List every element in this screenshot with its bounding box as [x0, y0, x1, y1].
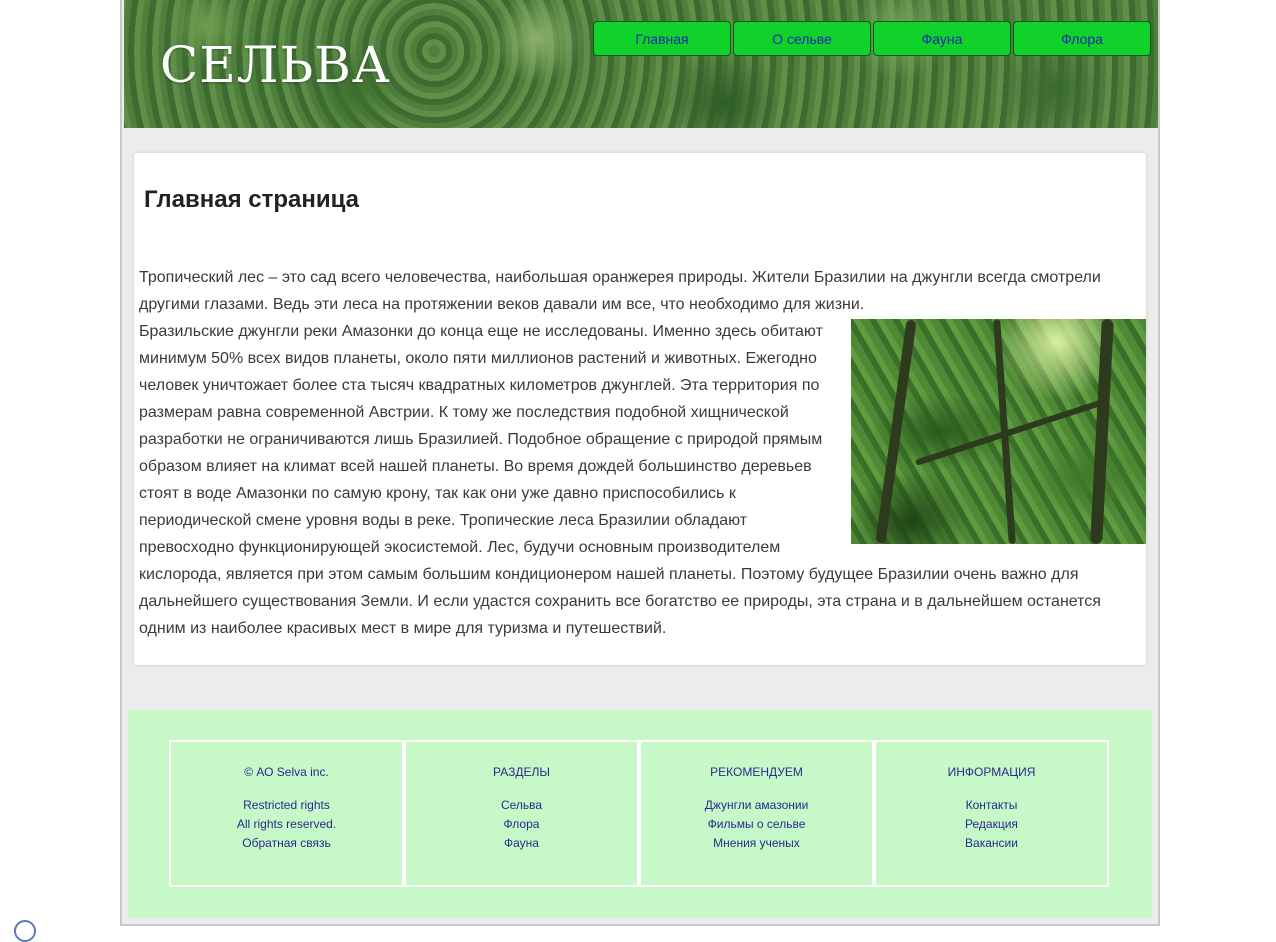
page-title: Главная страница — [144, 186, 360, 213]
circle-icon — [14, 920, 36, 942]
footer-link[interactable]: Фильмы о сельве — [641, 815, 872, 834]
footer-link[interactable]: Редакция — [876, 815, 1107, 834]
jungle-image — [851, 319, 1146, 544]
nav-item-flora[interactable]: Флора — [1013, 21, 1151, 56]
footer-columns: © АО Selva inc. Restricted rights All ri… — [169, 740, 1109, 887]
footer-heading: © АО Selva inc. — [244, 765, 329, 779]
footer-heading: РАЗДЕЛЫ — [493, 765, 550, 779]
nav-item-home[interactable]: Главная — [593, 21, 731, 56]
header-banner: СЕЛЬВА Главная О сельве Фауна Флора — [124, 0, 1158, 128]
footer-link[interactable]: Контакты — [876, 796, 1107, 815]
page-container: СЕЛЬВА Главная О сельве Фауна Флора Глав… — [120, 0, 1160, 926]
footer: © АО Selva inc. Restricted rights All ri… — [128, 710, 1152, 918]
footer-col-company: © АО Selva inc. Restricted rights All ri… — [169, 740, 404, 887]
footer-link[interactable]: Сельва — [406, 796, 637, 815]
footer-link[interactable]: Джунгли амазонии — [641, 796, 872, 815]
footer-heading: РЕКОМЕНДУЕМ — [710, 765, 803, 779]
footer-link[interactable]: Фауна — [406, 834, 637, 853]
footer-col-recommend: РЕКОМЕНДУЕМ Джунгли амазонии Фильмы о се… — [639, 740, 874, 887]
footer-link[interactable]: Мнения ученых — [641, 834, 872, 853]
nav-item-about[interactable]: О сельве — [733, 21, 871, 56]
footer-heading: ИНФОРМАЦИЯ — [947, 765, 1036, 779]
main-nav: Главная О сельве Фауна Флора — [593, 21, 1153, 56]
article-text: Тропический лес – это сад всего человече… — [139, 264, 1146, 642]
footer-col-sections: РАЗДЕЛЫ Сельва Флора Фауна — [404, 740, 639, 887]
footer-col-info: ИНФОРМАЦИЯ Контакты Редакция Вакансии — [874, 740, 1109, 887]
footer-link[interactable]: Флора — [406, 815, 637, 834]
footer-link[interactable]: Restricted rights — [171, 796, 402, 815]
content-card: Главная страница Тропический лес – это с… — [134, 153, 1146, 665]
site-logo: СЕЛЬВА — [160, 36, 391, 94]
footer-link[interactable]: Обратная связь — [171, 834, 402, 853]
paragraph-intro: Тропический лес – это сад всего человече… — [139, 269, 1101, 313]
footer-link[interactable]: Вакансии — [876, 834, 1107, 853]
nav-item-fauna[interactable]: Фауна — [873, 21, 1011, 56]
footer-link[interactable]: All rights reserved. — [171, 815, 402, 834]
